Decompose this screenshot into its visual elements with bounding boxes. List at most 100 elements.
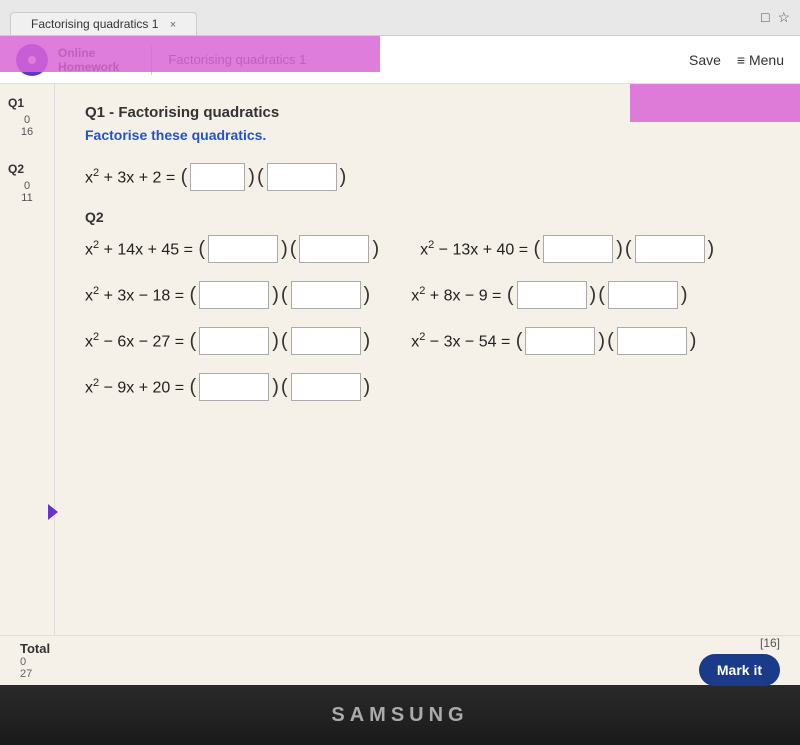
q1-eq1-row: x2 + 3x + 2 = ( ) ( ) [85,163,770,191]
q2-eq2-input1[interactable] [543,235,613,263]
q2-eq6-open2: ( [607,330,614,353]
browser-bar: Factorising quadratics 1 × □ ☆ [0,0,800,36]
q2-eq5-close1: ) [272,330,279,353]
q2-eq6-input2[interactable] [617,327,687,355]
sidebar-q2-score-top: 0 [8,180,46,192]
bottom-bar: Total 0 27 [16] Mark it [0,635,800,685]
q1-instruction: Factorise these quadratics. [85,127,770,143]
q2-eq1-input2[interactable] [299,235,369,263]
q1-eq1-close-paren2: ) [340,166,347,189]
q2-eq7-lhs: x2 − 9x + 20 = [85,377,189,397]
sidebar-arrow-indicator [48,504,58,520]
q2-eq7-close1: ) [272,376,279,399]
q1-eq1-lhs: x2 + 3x + 2 = [85,167,180,187]
q2-eq3: x2 + 3x − 18 = ( ) ( ) [85,281,371,309]
mark-it-button[interactable]: Mark it [699,654,780,686]
save-button[interactable]: Save [689,52,721,68]
sidebar-q1-label: Q1 [8,96,46,110]
q2-eq5-open1: ( [190,330,197,353]
q2-eq7: x2 − 9x + 20 = ( ) ( ) [85,373,371,401]
q2-eq3-input2[interactable] [291,281,361,309]
q1-eq1-input2[interactable] [267,163,337,191]
tab-label: Factorising quadratics 1 [31,17,158,31]
q2-eq4-input1[interactable] [517,281,587,309]
sidebar-q1-section: Q1 0 16 [4,92,50,142]
q2-eq1-close1: ) [281,238,288,261]
sidebar-q1-score-top: 0 [8,114,46,126]
q2-eq1: x2 + 14x + 45 = ( ) ( ) [85,235,380,263]
content-area: Q1 - Factorising quadratics Factorise th… [55,84,800,635]
q2-eq7-input1[interactable] [199,373,269,401]
tab-area: Factorising quadratics 1 × [10,0,197,35]
total-section: Total 0 27 [20,641,50,680]
pink-overlay-left [0,36,380,72]
q2-eq7-close2: ) [364,376,371,399]
q2-eq4-close2: ) [681,284,688,307]
q2-eq1-input1[interactable] [208,235,278,263]
pink-overlay-right [630,84,800,122]
q2-eq5-lhs: x2 − 6x − 27 = [85,331,189,351]
q2-eq7-input2[interactable] [291,373,361,401]
browser-tab[interactable]: Factorising quadratics 1 × [10,12,197,35]
mark-it-section: [16] Mark it [699,636,780,686]
sidebar: Q1 0 16 Q2 0 11 [0,84,55,635]
total-score-top: 0 [20,656,50,668]
sidebar-q2-score-bottom: 11 [8,192,46,204]
q2-eq2-open2: ( [625,238,632,261]
q2-eq1-open2: ( [290,238,297,261]
q1-eq1-open-paren2: ( [257,166,264,189]
q2-eq7-open2: ( [281,376,288,399]
q1-eq1-input1[interactable] [190,163,245,191]
q2-eq6-lhs: x2 − 3x − 54 = [411,331,515,351]
q2-eq3-close1: ) [272,284,279,307]
q2-eq6-input1[interactable] [525,327,595,355]
close-tab-icon[interactable]: × [170,19,176,31]
q2-eq5-close2: ) [364,330,371,353]
star-icon[interactable]: ☆ [777,9,790,26]
q2-eq4-lhs: x2 + 8x − 9 = [411,285,506,305]
total-score-bottom: 27 [20,668,50,680]
q1-eq1-open-paren1: ( [181,166,188,189]
q2-eq5-open2: ( [281,330,288,353]
q2-eq6-close2: ) [690,330,697,353]
q2-eq3-open2: ( [281,284,288,307]
sidebar-q2-label: Q2 [8,162,46,176]
q2-eq5-input2[interactable] [291,327,361,355]
browser-controls: □ ☆ [761,9,790,26]
q2-label: Q2 [85,209,104,225]
q2-eq4-close1: ) [590,284,597,307]
q2-eq1-close2: ) [372,238,379,261]
q2-eq2-open1: ( [534,238,541,261]
q1-eq1-close-paren1: ) [248,166,255,189]
q2-eq1-lhs: x2 + 14x + 45 = [85,239,197,259]
q2-eq2-close1: ) [616,238,623,261]
q2-eq3-close2: ) [364,284,371,307]
q2-eq6: x2 − 3x − 54 = ( ) ( ) [411,327,697,355]
q2-eq3-input1[interactable] [199,281,269,309]
window-icon[interactable]: □ [761,9,769,26]
q2-eq4-open1: ( [507,284,514,307]
q2-eq5-input1[interactable] [199,327,269,355]
q2-row4: x2 − 9x + 20 = ( ) ( ) [85,373,770,401]
score-bracket: [16] [760,636,780,650]
q2-eq7-open1: ( [190,376,197,399]
q1-eq1: x2 + 3x + 2 = ( ) ( ) [85,163,347,191]
q2-eq5: x2 − 6x − 27 = ( ) ( ) [85,327,371,355]
q2-eq4-input2[interactable] [608,281,678,309]
q2-eq6-close1: ) [598,330,605,353]
q2-row3: x2 − 6x − 27 = ( ) ( ) x2 − 3x − 54 = ( … [85,327,770,355]
q2-eq2: x2 − 13x + 40 = ( ) ( ) [420,235,715,263]
q1-title: Q1 - Factorising quadratics [85,104,279,121]
sidebar-q2-section: Q2 0 11 [4,158,50,208]
samsung-label: SAMSUNG [331,704,468,727]
q2-eq1-open1: ( [198,238,205,261]
q2-eq2-input2[interactable] [635,235,705,263]
q2-eq4: x2 + 8x − 9 = ( ) ( ) [411,281,688,309]
header-right: Save ≡ Menu [689,52,784,68]
q2-eq6-open1: ( [516,330,523,353]
q2-row2: x2 + 3x − 18 = ( ) ( ) x2 + 8x − 9 = ( )… [85,281,770,309]
total-label: Total [20,641,50,656]
menu-button[interactable]: ≡ Menu [737,52,784,68]
q2-eq2-close2: ) [708,238,715,261]
q2-eq3-open1: ( [190,284,197,307]
